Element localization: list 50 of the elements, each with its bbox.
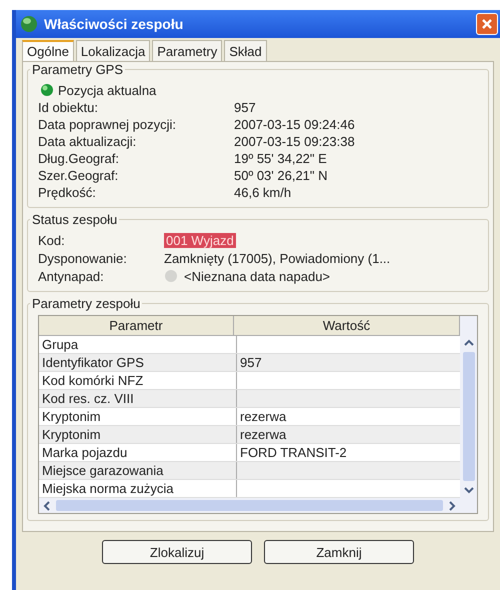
status-code: 001 Wyjazd bbox=[164, 232, 236, 248]
table-cell-text: rezerwa bbox=[239, 408, 288, 425]
field-label: Dług.Geograf: bbox=[38, 151, 120, 166]
globe-icon bbox=[20, 15, 38, 33]
group-title: Status zespołu bbox=[31, 212, 118, 227]
close-button[interactable] bbox=[476, 13, 498, 35]
table-cell: Kod komórki NFZ bbox=[39, 372, 237, 389]
vertical-scrollbar[interactable] bbox=[460, 316, 477, 513]
table-cell-text: FORD TRANSIT-2 bbox=[239, 444, 348, 461]
field-value: 957 bbox=[234, 100, 256, 115]
status-dot-icon bbox=[40, 83, 54, 97]
table-cell: Kryptonim bbox=[39, 408, 237, 425]
tab[interactable]: Lokalizacja bbox=[76, 40, 150, 61]
position-status: Pozycja aktualna bbox=[58, 82, 156, 98]
group-title: Parametry GPS bbox=[31, 62, 124, 77]
dialog-button[interactable]: Zamknij bbox=[264, 540, 414, 564]
column-header[interactable]: Parametr bbox=[39, 316, 234, 335]
field-value: 2007-03-15 09:24:46 bbox=[234, 117, 355, 132]
table-cell: Identyfikator GPS bbox=[39, 354, 237, 371]
table-cell: Kryptonim bbox=[39, 426, 237, 443]
table-cell: Kod res. cz. VIII bbox=[39, 390, 237, 407]
dialog-button[interactable]: Zlokalizuj bbox=[102, 540, 252, 564]
table-cell: Miejska norma zużycia bbox=[39, 480, 237, 497]
table-cell: Miejsce garazowania bbox=[39, 462, 237, 479]
field-label: Data poprawnej pozycji: bbox=[38, 117, 178, 132]
tab[interactable]: Ogólne bbox=[22, 40, 74, 61]
table-cell-text: 957 bbox=[239, 354, 263, 371]
tab[interactable]: Skład bbox=[224, 40, 267, 61]
field-label: Data aktualizacji: bbox=[38, 134, 138, 149]
field-value: Zamknięty (17005), Powiadomiony (1... bbox=[164, 250, 390, 266]
close-icon bbox=[481, 18, 493, 30]
field-value: 46,6 km/h bbox=[234, 185, 292, 200]
field-label: Prędkość: bbox=[38, 185, 97, 200]
status-dot-icon bbox=[164, 269, 178, 283]
group-title: Parametry zespołu bbox=[31, 296, 142, 311]
field-label: Antynapad: bbox=[38, 268, 105, 284]
field-label: Dysponowanie: bbox=[38, 250, 128, 266]
field-value: 2007-03-15 09:23:38 bbox=[234, 134, 355, 149]
field-value: 50º 03' 26,21" N bbox=[234, 168, 328, 183]
table-cell: Grupa bbox=[39, 336, 237, 353]
field-label: Szer.Geograf: bbox=[38, 168, 120, 183]
horizontal-scrollbar[interactable] bbox=[39, 498, 460, 513]
table-cell-text: rezerwa bbox=[239, 426, 288, 443]
field-value: <Nieznana data napadu> bbox=[184, 268, 330, 284]
window-title: Właściwości zespołu bbox=[44, 16, 184, 32]
table-cell: Marka pojazdu bbox=[39, 444, 237, 461]
field-value: 19º 55' 34,22" E bbox=[234, 151, 327, 166]
field-label: Id obiektu: bbox=[38, 100, 99, 115]
tab[interactable]: Parametry bbox=[152, 40, 222, 61]
field-label: Kod: bbox=[38, 232, 66, 248]
